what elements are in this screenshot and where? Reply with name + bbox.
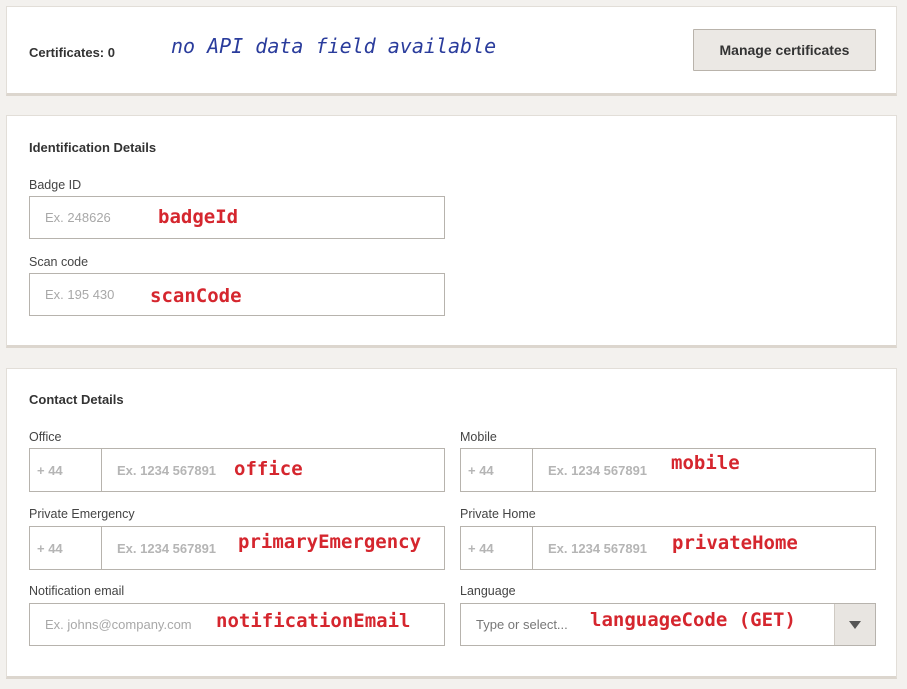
private-emergency-phone-field (29, 526, 445, 570)
office-country-code-input[interactable] (30, 449, 102, 491)
badge-id-input[interactable] (29, 196, 445, 239)
scan-code-input[interactable] (29, 273, 445, 316)
private-home-number-input[interactable] (533, 527, 875, 569)
private-home-label: Private Home (460, 507, 536, 521)
office-label: Office (29, 430, 62, 444)
office-phone-field (29, 448, 445, 492)
identification-card: Identification Details Badge ID badgeId … (6, 115, 897, 348)
certificates-card: Certificates: 0 no API data field availa… (6, 6, 897, 96)
certificates-annotation: no API data field available (171, 34, 497, 58)
badge-id-label: Badge ID (29, 178, 82, 192)
certificates-count: Certificates: 0 (29, 45, 115, 60)
notification-email-label: Notification email (29, 584, 125, 598)
identification-title: Identification Details (29, 140, 157, 155)
office-number-input[interactable] (102, 449, 444, 491)
private-emergency-number-input[interactable] (102, 527, 444, 569)
language-dropdown-toggle[interactable] (834, 604, 875, 645)
chevron-down-icon (849, 620, 861, 629)
manage-certificates-button[interactable]: Manage certificates (693, 29, 876, 71)
private-home-country-code-input[interactable] (461, 527, 533, 569)
language-label: Language (460, 584, 516, 598)
mobile-phone-field (460, 448, 876, 492)
private-home-phone-field (460, 526, 876, 570)
mobile-number-input[interactable] (533, 449, 875, 491)
contact-card: Contact Details Office office Mobile mob… (6, 368, 897, 679)
scan-code-label: Scan code (29, 255, 89, 269)
mobile-label: Mobile (460, 430, 497, 444)
mobile-country-code-input[interactable] (461, 449, 533, 491)
private-emergency-label: Private Emergency (29, 507, 135, 521)
notification-email-input[interactable] (29, 603, 445, 646)
contact-title: Contact Details (29, 392, 124, 407)
private-emergency-country-code-input[interactable] (30, 527, 102, 569)
language-combobox-input[interactable] (461, 604, 834, 645)
language-select (460, 603, 876, 646)
